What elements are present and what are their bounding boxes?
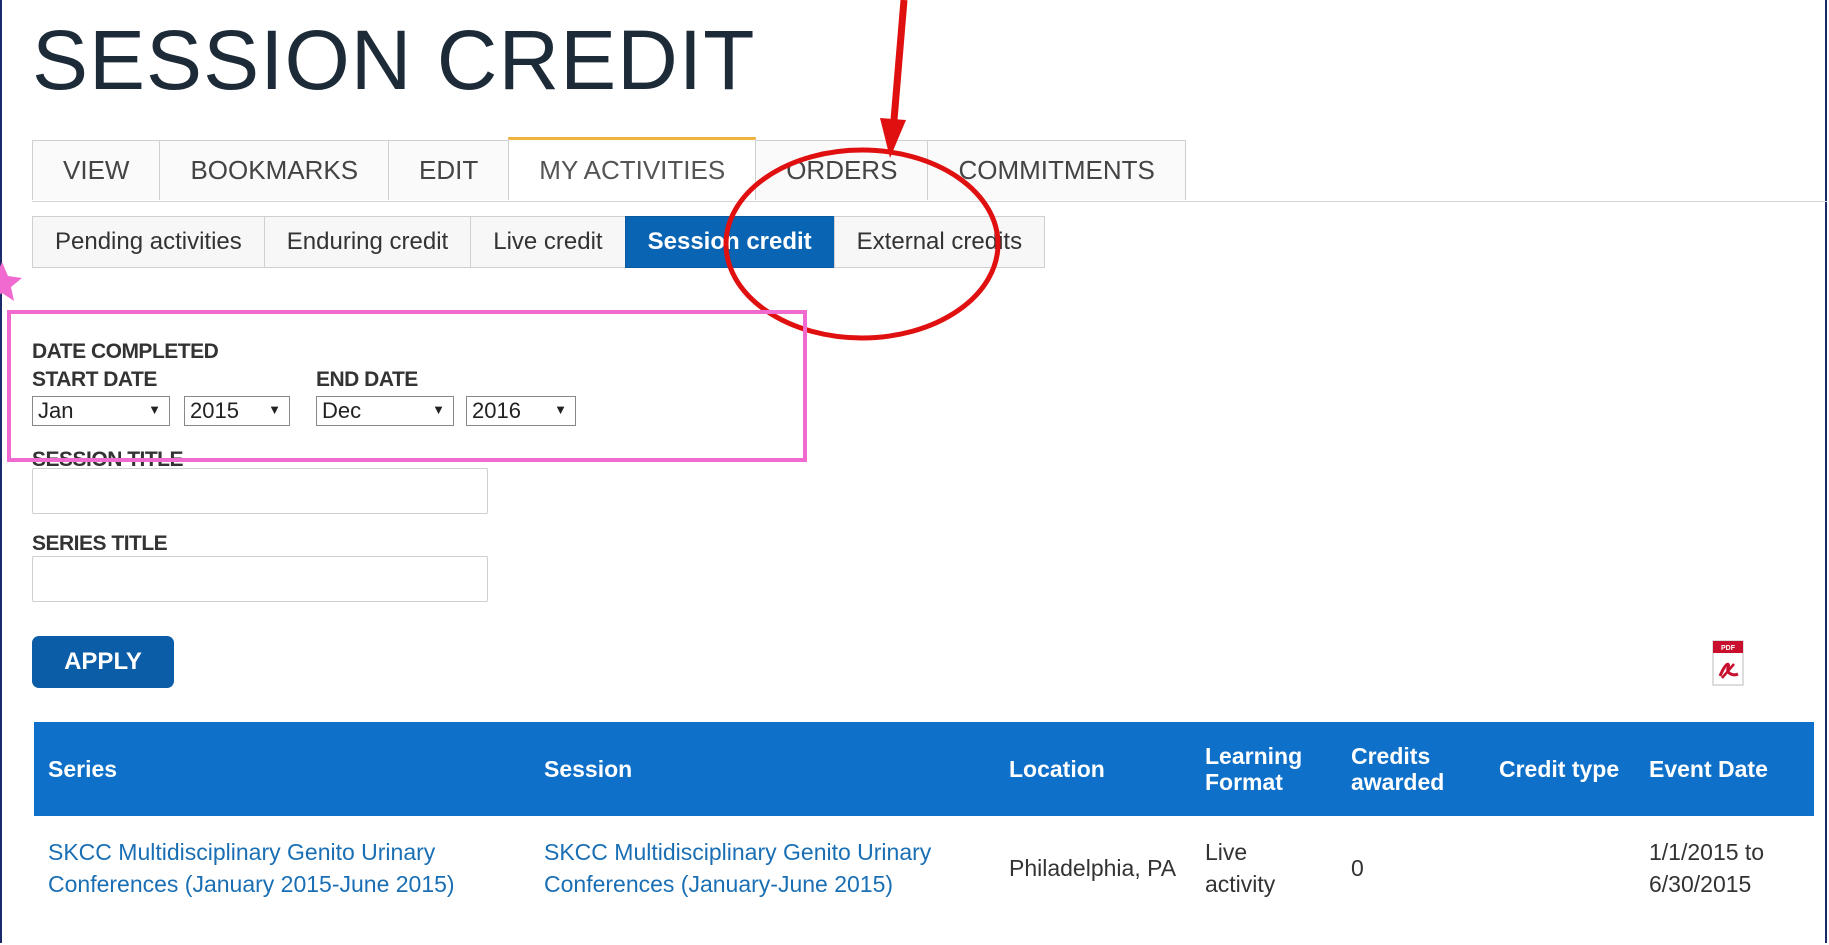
dropdown-arrow-icon: ▼ [148,402,161,417]
subtab-label: Enduring credit [286,228,449,255]
subtab-enduring-credit[interactable]: Enduring credit [263,216,472,268]
tab-view[interactable]: VIEW [32,140,161,200]
dropdown-arrow-icon: ▼ [432,402,445,417]
subtab-session-credit[interactable]: Session credit [624,216,835,268]
subtab-label: Session credit [647,228,812,255]
pdf-icon[interactable]: PDF [1712,640,1744,686]
apply-button[interactable]: APPLY [32,636,174,688]
tab-label: ORDERS [786,155,898,185]
subtab-label: Pending activities [55,228,242,255]
table-header-row: Series Session Location Learning Format … [34,722,1814,816]
column-header-learning-format[interactable]: Learning Format [1191,722,1337,816]
start-year-select[interactable]: 2015 ▼ [184,396,290,426]
tab-label: MY ACTIVITIES [539,154,726,185]
subtab-external-credits[interactable]: External credits [833,216,1046,268]
select-value: Jan [38,398,74,423]
event-date-cell: 1/1/2015 to 6/30/2015 [1649,838,1765,897]
start-month-select[interactable]: Jan ▼ [32,396,170,426]
subtab-label: External credits [856,228,1023,255]
tabs-divider [32,201,1827,202]
column-header-series[interactable]: Series [34,722,530,816]
tab-label: COMMITMENTS [958,155,1155,185]
tab-bookmarks[interactable]: BOOKMARKS [159,140,390,200]
svg-text:PDF: PDF [1721,645,1736,652]
end-year-select[interactable]: 2016 ▼ [466,396,576,426]
end-month-select[interactable]: Dec ▼ [316,396,454,426]
session-title-input[interactable] [32,468,488,514]
select-value: 2016 [472,398,521,423]
location-cell: Philadelphia, PA [1009,854,1177,881]
start-date-label: START DATE [32,368,157,391]
select-value: Dec [322,398,362,423]
tab-edit[interactable]: EDIT [388,140,510,200]
tab-orders[interactable]: ORDERS [755,140,929,200]
series-title-input[interactable] [32,556,488,602]
dropdown-arrow-icon: ▼ [268,402,281,417]
session-link[interactable]: SKCC Multidisciplinary Genito Urinary Co… [530,816,995,920]
column-header-credit-type[interactable]: Credit type [1485,722,1635,816]
subtab-pending-activities[interactable]: Pending activities [32,216,265,268]
tab-label: EDIT [419,155,479,185]
series-title-label: SERIES TITLE [32,532,168,555]
tab-label: VIEW [63,155,130,185]
subtab-label: Live credit [493,228,603,255]
credits-awarded-cell: 0 [1351,854,1364,881]
page-title: SESSION CREDIT [32,13,756,107]
tab-my-activities[interactable]: MY ACTIVITIES [508,137,757,200]
dropdown-arrow-icon: ▼ [554,402,567,417]
primary-tabs: VIEW BOOKMARKS EDIT MY ACTIVITIES ORDERS… [32,137,1186,202]
secondary-tabs: Pending activities Enduring credit Live … [32,216,1046,270]
subtab-live-credit[interactable]: Live credit [470,216,626,268]
select-value: 2015 [190,398,239,423]
session-credit-table: Series Session Location Learning Format … [34,722,1814,920]
column-header-location[interactable]: Location [995,722,1191,816]
credit-type-cell [1485,816,1635,920]
end-date-label: END DATE [316,368,418,391]
column-header-event-date[interactable]: Event Date [1635,722,1814,816]
date-completed-label: DATE COMPLETED [32,340,219,363]
column-header-session[interactable]: Session [530,722,995,816]
tab-commitments[interactable]: COMMITMENTS [927,140,1186,200]
learning-format-cell: Live activity [1205,838,1276,897]
column-header-credits-awarded[interactable]: Credits awarded [1337,722,1485,816]
tab-label: BOOKMARKS [190,155,359,185]
series-link[interactable]: SKCC Multidisciplinary Genito Urinary Co… [34,816,530,920]
table-row: SKCC Multidisciplinary Genito Urinary Co… [34,816,1814,920]
